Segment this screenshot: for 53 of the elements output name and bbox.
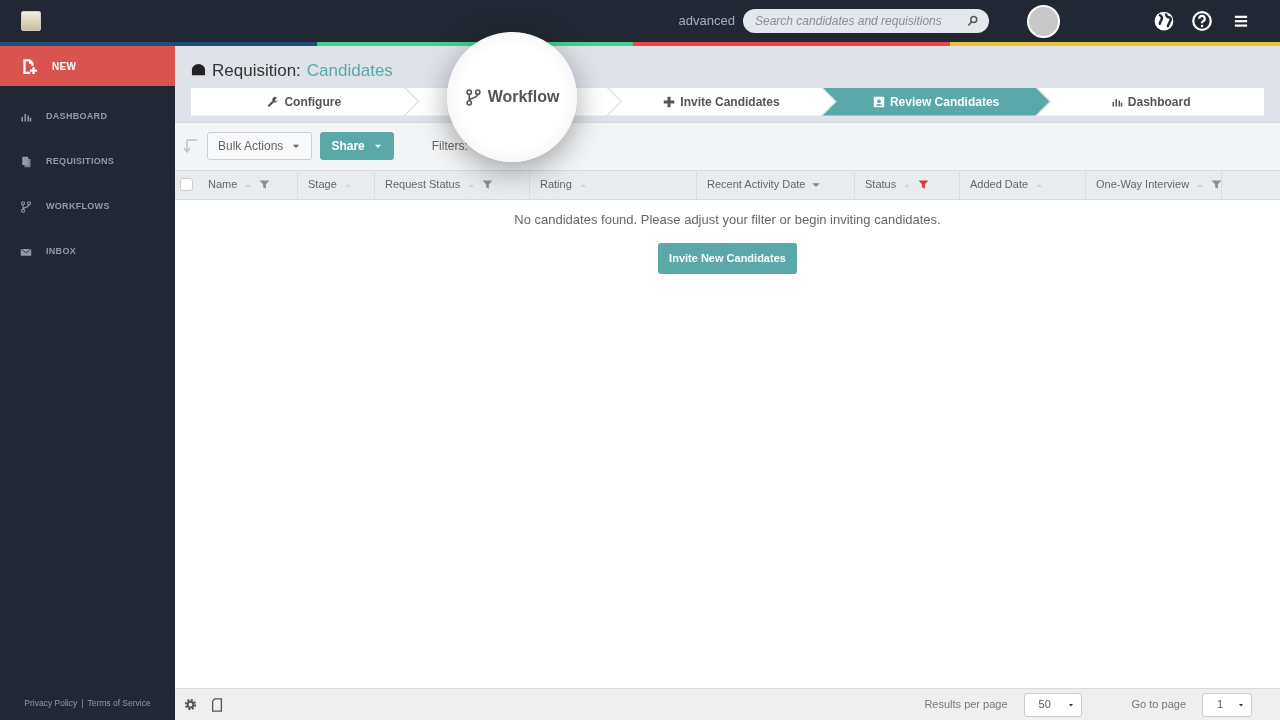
person-card-icon bbox=[872, 95, 885, 108]
help-icon[interactable] bbox=[1192, 11, 1212, 31]
search-mode-label[interactable]: advanced bbox=[678, 11, 735, 31]
results-per-page-label: Results per page bbox=[924, 697, 1008, 713]
sidebar-item[interactable]: INBOX bbox=[0, 229, 175, 274]
column-header[interactable]: Added Date bbox=[970, 176, 1029, 193]
wizard-step-tab[interactable]: Review Candidates bbox=[822, 87, 1050, 116]
footer-link[interactable]: Privacy Policy bbox=[24, 697, 78, 710]
branch-icon bbox=[20, 200, 32, 213]
column-header[interactable]: One-Way Interview bbox=[1096, 176, 1190, 193]
column-header[interactable]: Rating bbox=[540, 176, 572, 193]
avatar-circle[interactable] bbox=[1027, 4, 1060, 38]
sidebar-item[interactable]: NEW bbox=[0, 46, 175, 86]
filter-icon[interactable] bbox=[918, 179, 930, 190]
select-value: 1 bbox=[1217, 697, 1224, 713]
branch-icon bbox=[464, 88, 482, 106]
sidebar-item[interactable]: REQUISITIONS bbox=[0, 139, 175, 184]
wizard-step-tab[interactable]: Configure bbox=[191, 87, 418, 116]
filter-icon[interactable] bbox=[1211, 179, 1223, 190]
separator-text: | bbox=[81, 697, 84, 710]
results-per-page-select[interactable]: 50 bbox=[1023, 692, 1082, 717]
go-to-page-label: Go to page bbox=[1131, 697, 1186, 713]
filter-icon[interactable] bbox=[482, 179, 494, 190]
column-header[interactable]: Name bbox=[208, 176, 238, 193]
plus-icon bbox=[663, 95, 676, 108]
menu-icon[interactable] bbox=[1234, 14, 1248, 28]
sidebar-item[interactable]: DASHBOARD bbox=[0, 94, 175, 139]
column-header[interactable]: Stage bbox=[308, 176, 337, 193]
footer-link[interactable]: Terms of Service bbox=[87, 697, 151, 710]
select-all-checkbox[interactable] bbox=[180, 178, 193, 191]
document-icon bbox=[210, 697, 224, 712]
invite-new-candidates-button[interactable]: Invite New Candidates bbox=[658, 243, 797, 274]
documents-icon bbox=[20, 155, 32, 168]
wizard-step-tab[interactable]: Dashboard bbox=[1037, 87, 1264, 116]
move-arrow-icon bbox=[183, 138, 199, 154]
empty-state-message: No candidates found. Please adjust your filter or begin inviting candidates. bbox=[514, 210, 941, 229]
search-icon bbox=[967, 15, 979, 27]
wizard-step-tab[interactable]: Invite Candidates bbox=[608, 87, 835, 116]
column-header[interactable]: Recent Activity Date bbox=[707, 176, 806, 193]
go-to-page-select[interactable]: 1 bbox=[1202, 692, 1252, 717]
sidebar-item[interactable]: WORKFLOWS bbox=[0, 184, 175, 229]
bulk-actions-dropdown[interactable]: Bulk Actions bbox=[207, 132, 313, 160]
select-value: 50 bbox=[1038, 697, 1051, 713]
search-field[interactable]: Search candidates and requisitions bbox=[743, 9, 989, 33]
filter-icon[interactable] bbox=[259, 179, 271, 190]
settings-icon bbox=[183, 697, 198, 712]
file-plus-icon bbox=[20, 57, 38, 75]
column-header[interactable]: Request Status bbox=[385, 176, 461, 193]
column-header[interactable]: Status bbox=[865, 176, 897, 193]
globe-icon[interactable] bbox=[1154, 11, 1174, 31]
page-title: Requisition: bbox=[212, 60, 301, 82]
share-dropdown[interactable]: Share bbox=[320, 132, 394, 160]
wrench-icon bbox=[267, 95, 280, 108]
